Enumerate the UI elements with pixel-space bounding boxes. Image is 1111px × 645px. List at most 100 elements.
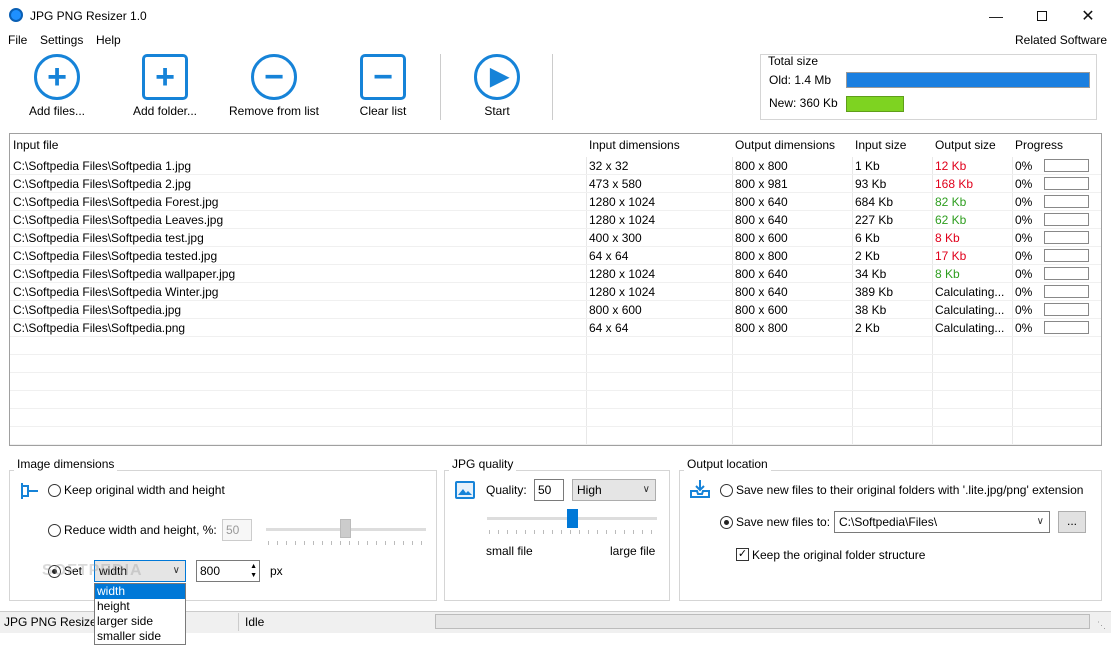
table-row[interactable]: C:\Softpedia Files\Softpedia Forest.jpg 1… [10, 193, 1101, 211]
quality-input[interactable]: 50 [534, 479, 564, 501]
menu-file[interactable]: File [8, 33, 27, 47]
empty-table-row [10, 409, 1101, 427]
minus-square-icon: − [360, 54, 406, 100]
output-location-title: Output location [684, 457, 771, 471]
row-progress-bar [1044, 195, 1089, 208]
reduce-slider-thumb[interactable] [340, 519, 351, 538]
maximize-icon [1037, 10, 1047, 21]
menu-help[interactable]: Help [96, 33, 121, 47]
table-cell-out-size: 62 Kb [935, 213, 967, 227]
image-icon [455, 481, 475, 499]
column-header-input-dimensions[interactable]: Input dimensions [586, 134, 732, 156]
keep-original-label: Keep original width and height [64, 483, 225, 497]
column-header-input-file[interactable]: Input file [10, 134, 586, 156]
table-row[interactable]: C:\Softpedia Files\Softpedia 2.jpg 473 x … [10, 175, 1101, 193]
file-list-table[interactable]: Input file Input dimensions Output dimen… [9, 133, 1102, 446]
add-folder-button[interactable]: + Add folder... [128, 54, 202, 120]
column-divider [1012, 427, 1013, 444]
empty-table-row [10, 373, 1101, 391]
spinner-icon[interactable]: ▲ ▼ [250, 562, 257, 580]
column-divider [586, 427, 587, 444]
jpg-quality-title: JPG quality [449, 457, 517, 471]
table-cell-in-size: 38 Kb [855, 303, 887, 317]
menu-settings[interactable]: Settings [40, 33, 83, 47]
table-row[interactable]: C:\Softpedia Files\Softpedia wallpaper.j… [10, 265, 1101, 283]
table-cell-in-size: 6 Kb [855, 231, 880, 245]
table-cell-in-dim: 1280 x 1024 [589, 195, 656, 209]
row-progress-bar [1044, 285, 1089, 298]
minus-circle-icon: − [251, 54, 297, 100]
start-button[interactable]: ▶ Start [465, 54, 529, 120]
play-icon: ▶ [474, 54, 520, 100]
maximize-button[interactable] [1019, 0, 1065, 31]
output-path-select[interactable]: C:\Softpedia\Files\ ∨ [834, 511, 1050, 533]
resize-grip-icon[interactable]: ⋱ [1097, 620, 1106, 631]
column-divider [932, 355, 933, 372]
reduce-radio[interactable] [48, 524, 61, 537]
column-header-input-size[interactable]: Input size [852, 134, 932, 156]
image-dimensions-title: Image dimensions [14, 457, 118, 471]
add-files-button[interactable]: + Add files... [20, 54, 94, 120]
column-header-output-dimensions[interactable]: Output dimensions [732, 134, 852, 156]
close-button[interactable]: ✕ [1065, 0, 1111, 31]
dropdown-option[interactable]: smaller side [95, 629, 185, 644]
table-row[interactable]: C:\Softpedia Files\Softpedia.png 64 x 64 8… [10, 319, 1101, 337]
row-progress-bar [1044, 303, 1089, 316]
old-size-label: Old: 1.4 Mb [769, 73, 832, 87]
table-cell-file: C:\Softpedia Files\Softpedia.png [13, 321, 186, 335]
table-row[interactable]: C:\Softpedia Files\Softpedia tested.jpg 6… [10, 247, 1101, 265]
reduce-percent-input[interactable]: 50 [222, 519, 252, 541]
table-cell-in-dim: 32 x 32 [589, 159, 629, 173]
table-cell-file: C:\Softpedia Files\Softpedia 1.jpg [13, 159, 192, 173]
quality-preset-select[interactable]: High ∨ [572, 479, 656, 501]
table-cell-out-dim: 800 x 640 [735, 213, 788, 227]
save-original-folders-radio[interactable] [720, 484, 733, 497]
table-cell-in-size: 34 Kb [855, 267, 887, 281]
quality-slider-thumb[interactable] [567, 509, 578, 528]
status-state: Idle [245, 615, 265, 629]
column-divider [732, 337, 733, 354]
browse-button[interactable]: ... [1058, 511, 1086, 533]
table-cell-out-size: 8 Kb [935, 267, 960, 281]
set-value-input[interactable]: 800 ▲ ▼ [196, 560, 260, 582]
keep-original-radio[interactable] [48, 484, 61, 497]
quality-slider-ticks [489, 530, 655, 534]
table-cell-file: C:\Softpedia Files\Softpedia wallpaper.j… [13, 267, 236, 281]
dropdown-option[interactable]: larger side [95, 614, 185, 629]
table-cell-in-dim: 1280 x 1024 [589, 285, 656, 299]
column-divider [852, 427, 853, 444]
table-row[interactable]: C:\Softpedia Files\Softpedia 1.jpg 32 x 3… [10, 157, 1101, 175]
menu-related-software[interactable]: Related Software [1015, 33, 1107, 47]
table-cell-file: C:\Softpedia Files\Softpedia tested.jpg [13, 249, 218, 263]
table-row[interactable]: C:\Softpedia Files\Softpedia.jpg 800 x 60… [10, 301, 1101, 319]
column-divider [1012, 337, 1013, 354]
remove-from-list-button[interactable]: − Remove from list [226, 54, 322, 120]
column-divider [932, 373, 933, 390]
table-row[interactable]: C:\Softpedia Files\Softpedia Winter.jpg 1… [10, 283, 1101, 301]
table-cell-out-dim: 800 x 640 [735, 267, 788, 281]
row-progress-bar [1044, 177, 1089, 190]
table-cell-in-dim: 1280 x 1024 [589, 267, 656, 281]
column-header-output-size[interactable]: Output size [932, 134, 1012, 156]
new-size-bar [846, 96, 1090, 112]
table-row[interactable]: C:\Softpedia Files\Softpedia Leaves.jpg 1… [10, 211, 1101, 229]
row-progress-bar [1044, 159, 1089, 172]
dropdown-option[interactable]: width [95, 584, 185, 599]
table-row[interactable]: C:\Softpedia Files\Softpedia test.jpg 400… [10, 229, 1101, 247]
dropdown-option[interactable]: height [95, 599, 185, 614]
minimize-button[interactable]: — [973, 0, 1019, 31]
keep-structure-checkbox[interactable]: ✓ [736, 548, 749, 561]
table-cell-out-dim: 800 x 981 [735, 177, 788, 191]
clear-list-button[interactable]: − Clear list [350, 54, 416, 120]
save-to-folder-radio[interactable] [720, 516, 733, 529]
column-divider [732, 355, 733, 372]
softpedia-watermark: SOFTPEDIA [42, 562, 143, 579]
column-header-progress[interactable]: Progress [1012, 134, 1101, 156]
new-size-bar-fill [846, 96, 904, 112]
table-cell-in-dim: 64 x 64 [589, 321, 629, 335]
table-cell-file: C:\Softpedia Files\Softpedia 2.jpg [13, 177, 192, 191]
column-divider [586, 409, 587, 426]
column-divider [932, 409, 933, 426]
menu-bar [0, 31, 1111, 51]
status-divider [238, 613, 239, 631]
